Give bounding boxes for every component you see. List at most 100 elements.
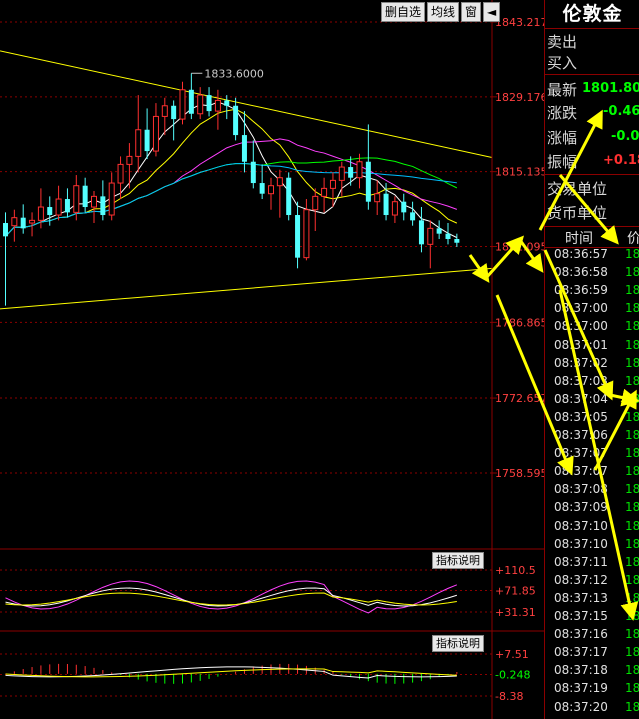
price-axis-label: 1815.135 <box>495 166 544 179</box>
tick-price: 18 <box>625 247 639 261</box>
price-axis-labels: 1843.217 1829.176 1815.135 1801.095 1786.865… <box>495 16 544 480</box>
tick-time: 08:37:12 <box>554 572 608 587</box>
ma-line-60 <box>5 163 457 237</box>
price-axis-label: 1758.595 <box>495 467 544 480</box>
candle-body <box>188 89 194 114</box>
candle-body <box>365 161 371 202</box>
candle-body <box>82 185 88 208</box>
candle-body <box>152 115 159 152</box>
candle-body <box>259 183 265 194</box>
candle-body <box>29 219 36 224</box>
indicator-panel-2: +7.51 -0.248 -8.38 <box>0 648 530 703</box>
grid-lines <box>0 21 497 474</box>
divider <box>545 174 639 175</box>
ticks-header: 时间 价 <box>545 226 639 248</box>
ma-line-10 <box>5 108 458 237</box>
tick-price: 18 <box>625 283 639 298</box>
tick-price: 18 <box>625 464 639 479</box>
candle-body <box>312 195 319 211</box>
tick-time: 08:37:00 <box>554 301 608 316</box>
tick-price: 18 <box>625 645 639 660</box>
tick-price: 18 <box>625 319 639 334</box>
candle-body <box>37 206 44 221</box>
tick-time: 08:37:04 <box>554 391 608 406</box>
tick-price: 18 <box>625 536 639 551</box>
candle-body <box>161 105 168 117</box>
delete-watchlist-button[interactable]: 删自选 <box>381 2 426 22</box>
change-value: -0.460 <box>603 104 639 119</box>
tick-time: 08:37:08 <box>554 482 608 497</box>
tick-time: 08:37:07 <box>554 446 608 461</box>
tick-price: 18 <box>625 500 639 515</box>
tick-price: 18 <box>625 627 639 642</box>
candle-body <box>268 185 274 195</box>
indicator-help-button-2[interactable]: 指标说明 <box>432 635 484 652</box>
candle-body <box>135 129 142 157</box>
kline-chart-area[interactable]: 1833.6000 1843.217 1829.176 1815.135 1801.0… <box>0 0 544 719</box>
divider <box>545 74 639 75</box>
change-label: 涨跌 <box>547 104 578 122</box>
candle-body <box>241 135 247 162</box>
candle-body <box>144 129 150 152</box>
window-button[interactable]: 窗 <box>461 2 482 22</box>
tick-price: 18 <box>625 373 639 388</box>
trend-lines <box>0 50 493 310</box>
candle-body <box>3 223 8 237</box>
moving-average-lines <box>5 101 458 239</box>
latest-label: 最新 <box>547 81 578 99</box>
indicator-2-axis-label: -8.38 <box>495 690 523 703</box>
buy-label: 买入 <box>547 54 578 72</box>
tick-price: 18 <box>625 337 639 352</box>
indicator-1-line-k <box>5 580 458 614</box>
tick-time: 08:37:02 <box>554 355 608 370</box>
candle-body <box>64 199 70 213</box>
change-pct-value: -0.03 <box>611 129 639 144</box>
candle-body <box>321 187 328 197</box>
tick-time: 08:37:20 <box>554 699 608 714</box>
candle-body <box>126 155 133 165</box>
price-axis-label: 1772.657 <box>495 392 544 405</box>
candle-body <box>356 161 363 179</box>
price-axis-label: 1786.865 <box>495 316 544 329</box>
change-pct-label: 涨幅 <box>547 129 578 147</box>
tick-price: 18 <box>625 699 639 714</box>
candle-body <box>338 166 345 181</box>
tick-price: 18 <box>625 301 639 316</box>
candle-body <box>329 179 336 189</box>
divider <box>545 28 639 29</box>
tick-price: 18 <box>625 554 639 569</box>
candle-body <box>73 185 80 213</box>
tick-time: 08:37:09 <box>554 500 608 515</box>
ma-line-5 <box>5 101 458 239</box>
tick-time: 08:37:19 <box>554 681 608 696</box>
tick-time: 08:37:06 <box>554 428 608 442</box>
indicator-help-button-1[interactable]: 指标说明 <box>432 552 484 569</box>
latest-value: 1801.800 <box>582 81 639 96</box>
tick-time: 08:37:11 <box>554 554 608 569</box>
candle-body <box>250 161 256 184</box>
tick-price: 18 <box>625 428 639 442</box>
currency-unit-label: 货币单位 <box>547 204 608 222</box>
candle-body <box>418 220 424 245</box>
moving-average-button[interactable]: 均线 <box>427 2 460 22</box>
candle-body <box>286 177 292 216</box>
tick-time: 08:37:13 <box>554 590 608 605</box>
quote-panel: 伦敦金 卖出 买入 最新 1801.800 涨跌 -0.460 涨幅 -0.03… <box>544 0 639 719</box>
tick-time: 08:37:18 <box>554 663 608 678</box>
candle-body <box>224 100 230 106</box>
tick-time: 08:37:03 <box>554 373 608 388</box>
candle-body <box>55 198 62 216</box>
tick-time: 08:37:07 <box>554 464 608 479</box>
tick-time: 08:37:01 <box>554 337 608 352</box>
tick-time: 08:37:15 <box>554 609 608 623</box>
ma-line-30 <box>5 157 458 237</box>
tick-time: 08:37:00 <box>554 319 608 334</box>
candle-body <box>436 228 442 234</box>
tick-price: 18 <box>625 572 639 587</box>
back-arrow-icon[interactable]: ◄ <box>483 2 501 22</box>
indicator-1-line-j <box>5 592 457 606</box>
tick-price: 18 <box>625 391 639 406</box>
price-axis-label: 1801.095 <box>495 240 544 253</box>
candle-body <box>214 99 221 112</box>
candle-body <box>276 177 283 187</box>
